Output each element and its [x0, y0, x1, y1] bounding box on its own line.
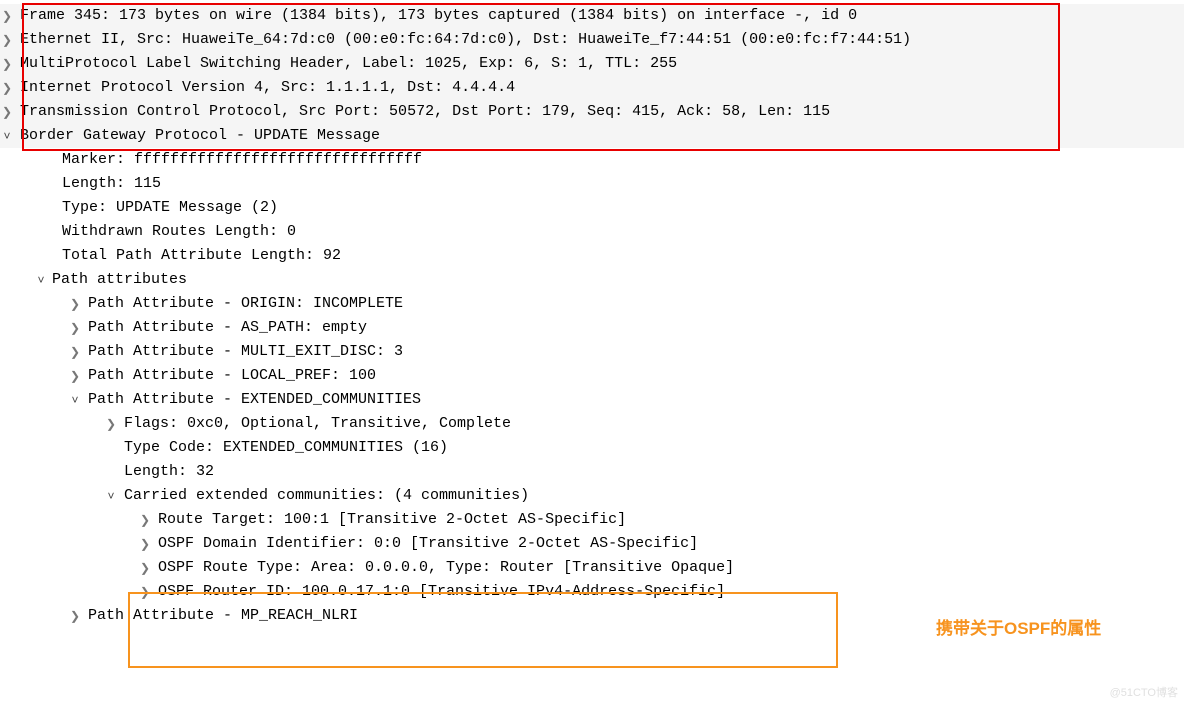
tree-item-ec-typecode[interactable]: Type Code: EXTENDED_COMMUNITIES (16): [0, 436, 1184, 460]
attr-origin: Path Attribute - ORIGIN: INCOMPLETE: [88, 292, 403, 316]
ec-length: Length: 32: [124, 460, 214, 484]
ec-ospf-router-id: OSPF Router ID: 100.0.17.1:0 [Transitive…: [158, 580, 725, 604]
chevron-right-icon: ❯: [138, 508, 152, 532]
tree-item-extcomm[interactable]: ˅ Path Attribute - EXTENDED_COMMUNITIES: [0, 388, 1184, 412]
chevron-down-icon: ˅: [0, 124, 14, 148]
chevron-down-icon: ˅: [34, 268, 48, 292]
attr-localpref: Path Attribute - LOCAL_PREF: 100: [88, 364, 376, 388]
tree-item-aspath[interactable]: ❯ Path Attribute - AS_PATH: empty: [0, 316, 1184, 340]
ethernet-summary: Ethernet II, Src: HuaweiTe_64:7d:c0 (00:…: [20, 28, 911, 52]
chevron-right-icon: ❯: [138, 556, 152, 580]
chevron-right-icon: ❯: [68, 316, 82, 340]
chevron-right-icon: ❯: [68, 340, 82, 364]
ec-ospf-route-type: OSPF Route Type: Area: 0.0.0.0, Type: Ro…: [158, 556, 734, 580]
tree-item-ec-flags[interactable]: ❯ Flags: 0xc0, Optional, Transitive, Com…: [0, 412, 1184, 436]
tree-item-tpal[interactable]: Total Path Attribute Length: 92: [0, 244, 1184, 268]
tree-item-bgp[interactable]: ˅ Border Gateway Protocol - UPDATE Messa…: [0, 124, 1184, 148]
bgp-marker: Marker: ffffffffffffffffffffffffffffffff: [62, 148, 422, 172]
attr-mpreach: Path Attribute - MP_REACH_NLRI: [88, 604, 358, 628]
chevron-down-icon: ˅: [104, 484, 118, 508]
chevron-down-icon: ˅: [68, 388, 82, 412]
ec-carried: Carried extended communities: (4 communi…: [124, 484, 529, 508]
ec-typecode: Type Code: EXTENDED_COMMUNITIES (16): [124, 436, 448, 460]
tree-item-ethernet[interactable]: ❯ Ethernet II, Src: HuaweiTe_64:7d:c0 (0…: [0, 28, 1184, 52]
ec-flags: Flags: 0xc0, Optional, Transitive, Compl…: [124, 412, 511, 436]
chevron-right-icon: ❯: [0, 76, 14, 100]
tree-item-frame[interactable]: ❯ Frame 345: 173 bytes on wire (1384 bit…: [0, 4, 1184, 28]
tree-item-path-attributes[interactable]: ˅ Path attributes: [0, 268, 1184, 292]
tree-item-ec-rt[interactable]: ❯ Route Target: 100:1 [Transitive 2-Octe…: [0, 508, 1184, 532]
tree-item-ip[interactable]: ❯ Internet Protocol Version 4, Src: 1.1.…: [0, 76, 1184, 100]
chevron-right-icon: ❯: [104, 412, 118, 436]
tree-item-ec-ospfdi[interactable]: ❯ OSPF Domain Identifier: 0:0 [Transitiv…: [0, 532, 1184, 556]
chevron-right-icon: ❯: [68, 364, 82, 388]
chevron-right-icon: ❯: [138, 532, 152, 556]
bgp-summary: Border Gateway Protocol - UPDATE Message: [20, 124, 380, 148]
bgp-type: Type: UPDATE Message (2): [62, 196, 278, 220]
chevron-right-icon: ❯: [0, 52, 14, 76]
chevron-right-icon: ❯: [68, 604, 82, 628]
tree-item-withdrawn[interactable]: Withdrawn Routes Length: 0: [0, 220, 1184, 244]
ec-ospf-domain-id: OSPF Domain Identifier: 0:0 [Transitive …: [158, 532, 698, 556]
tree-item-marker[interactable]: Marker: ffffffffffffffffffffffffffffffff: [0, 148, 1184, 172]
bgp-length: Length: 115: [62, 172, 161, 196]
tree-item-tcp[interactable]: ❯ Transmission Control Protocol, Src Por…: [0, 100, 1184, 124]
tree-item-ec-length[interactable]: Length: 32: [0, 460, 1184, 484]
ec-rt: Route Target: 100:1 [Transitive 2-Octet …: [158, 508, 626, 532]
chevron-right-icon: ❯: [0, 4, 14, 28]
watermark: @51CTO博客: [1110, 684, 1178, 700]
packet-details-pane[interactable]: ❯ Frame 345: 173 bytes on wire (1384 bit…: [0, 0, 1184, 628]
bgp-tpal: Total Path Attribute Length: 92: [62, 244, 341, 268]
attr-extcomm: Path Attribute - EXTENDED_COMMUNITIES: [88, 388, 421, 412]
tree-item-localpref[interactable]: ❯ Path Attribute - LOCAL_PREF: 100: [0, 364, 1184, 388]
tcp-summary: Transmission Control Protocol, Src Port:…: [20, 100, 830, 124]
tree-item-length[interactable]: Length: 115: [0, 172, 1184, 196]
attr-aspath: Path Attribute - AS_PATH: empty: [88, 316, 367, 340]
tree-item-type[interactable]: Type: UPDATE Message (2): [0, 196, 1184, 220]
tree-item-origin[interactable]: ❯ Path Attribute - ORIGIN: INCOMPLETE: [0, 292, 1184, 316]
chevron-right-icon: ❯: [0, 28, 14, 52]
tree-item-ec-ospfrid[interactable]: ❯ OSPF Router ID: 100.0.17.1:0 [Transiti…: [0, 580, 1184, 604]
annotation-ospf: 携带关于OSPF的属性: [936, 614, 1101, 639]
bgp-withdrawn: Withdrawn Routes Length: 0: [62, 220, 296, 244]
chevron-right-icon: ❯: [138, 580, 152, 604]
path-attributes-label: Path attributes: [52, 268, 187, 292]
tree-item-med[interactable]: ❯ Path Attribute - MULTI_EXIT_DISC: 3: [0, 340, 1184, 364]
chevron-right-icon: ❯: [0, 100, 14, 124]
chevron-right-icon: ❯: [68, 292, 82, 316]
tree-item-ec-ospfrt[interactable]: ❯ OSPF Route Type: Area: 0.0.0.0, Type: …: [0, 556, 1184, 580]
tree-item-ec-carried[interactable]: ˅ Carried extended communities: (4 commu…: [0, 484, 1184, 508]
attr-med: Path Attribute - MULTI_EXIT_DISC: 3: [88, 340, 403, 364]
frame-summary: Frame 345: 173 bytes on wire (1384 bits)…: [20, 4, 857, 28]
ip-summary: Internet Protocol Version 4, Src: 1.1.1.…: [20, 76, 515, 100]
tree-item-mpls[interactable]: ❯ MultiProtocol Label Switching Header, …: [0, 52, 1184, 76]
mpls-summary: MultiProtocol Label Switching Header, La…: [20, 52, 677, 76]
